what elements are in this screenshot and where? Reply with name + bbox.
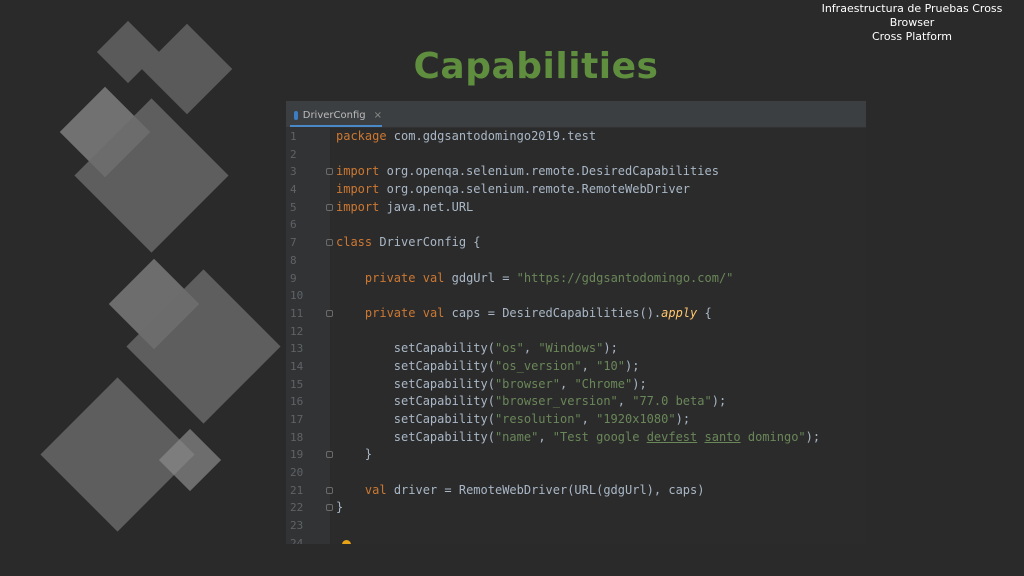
code-line[interactable]: 14 setCapability("os_version", "10"); [286,357,866,376]
code-line[interactable]: 19 } [286,446,866,465]
close-icon[interactable]: × [374,110,382,121]
line-number: 24 [286,534,330,544]
line-number: 3 [286,163,330,182]
line-number: 12 [286,322,330,341]
code-line[interactable]: 9 private val gdgUrl = "https://gdgsanto… [286,269,866,288]
code-text: } [336,500,344,515]
line-number: 9 [286,269,330,288]
code-line[interactable]: 13 setCapability("os", "Windows"); [286,340,866,358]
code-line[interactable]: 4 import org.openqa.selenium.remote.Remot… [286,181,866,199]
code-text: setCapability("resolution", "1920x1080")… [336,412,691,426]
code-line[interactable]: 10 [286,287,866,305]
line-number: 18 [286,428,330,447]
code-line[interactable]: 20 [286,464,866,482]
line-number: 7 [286,234,330,252]
code-area[interactable]: 1 package com.gdgsantodomingo2019.test 2 3 i… [286,128,866,544]
code-text: } [336,447,373,462]
editor-tab-bar: DriverConfig × [286,101,866,128]
fold-marker-icon[interactable] [326,203,333,211]
code-line[interactable]: 3 import org.openqa.selenium.remote.Desir… [286,163,866,182]
code-text: private val gdgUrl = "https://gdgsantodo… [364,270,734,285]
code-line[interactable]: 8 [286,251,866,270]
code-line[interactable]: 7 class DriverConfig { [286,234,866,252]
code-line[interactable]: 11 private val caps = DesiredCapabilitie… [286,304,866,323]
code-editor: DriverConfig × 1 package com.gdgsantodomi… [286,101,866,544]
code-text: package com.gdgsantodomingo2019.test [336,129,597,143]
header-line-2: Cross Platform [871,30,953,43]
code-line[interactable]: 2 [286,145,866,164]
code-line[interactable]: 6 [286,216,866,235]
slide-header: Infraestructura de Pruebas Cross Browser… [812,2,1012,44]
tab-driverconfig[interactable]: DriverConfig × [290,105,382,127]
header-line-1: Infraestructura de Pruebas Cross Browser [821,2,1003,29]
line-number: 19 [286,446,330,465]
line-number: 2 [286,145,330,164]
code-text: import org.openqa.selenium.remote.Desire… [336,164,719,179]
code-text: setCapability("os_version", "10"); [336,358,640,373]
code-line[interactable]: 5 import java.net.URL [286,198,866,217]
fold-marker-icon[interactable] [326,239,333,247]
code-text: import java.net.URL [336,199,474,214]
line-number: 6 [286,216,330,235]
fold-marker-icon[interactable] [326,504,333,512]
line-number: 10 [286,287,330,305]
line-number: 15 [286,375,330,394]
slide-title: Capabilities [413,46,659,87]
code-text: setCapability("os", "Windows"); [336,341,618,356]
code-line[interactable]: 22} [286,499,866,518]
code-line[interactable]: 21 val driver = RemoteWebDriver(URL(gdgU… [286,481,866,500]
code-line[interactable]: 16 setCapability("browser_version", "77.… [286,393,866,412]
line-number: 23 [286,517,330,535]
lightbulb-icon[interactable] [342,539,351,544]
line-number: 11 [286,304,330,323]
line-number: 20 [286,464,330,482]
code-line[interactable]: 23 [286,517,866,535]
line-number: 1 [286,128,330,146]
code-line[interactable]: 15 setCapability("browser", "Chrome"); [286,375,866,394]
code-line[interactable]: 1 package com.gdgsantodomingo2019.test [286,128,866,146]
line-number: 13 [286,340,330,358]
kotlin-file-icon [294,110,298,120]
fold-marker-icon[interactable] [326,309,333,317]
code-text: import org.openqa.selenium.remote.Remote… [336,182,691,197]
code-line[interactable]: 18 setCapability("name", "Test google de… [286,428,866,447]
code-line[interactable]: 17 setCapability("resolution", "1920x108… [286,411,866,429]
line-number: 8 [286,251,330,270]
line-number: 14 [286,357,330,376]
line-number: 21 [286,481,330,500]
code-text: class DriverConfig { [336,235,481,250]
line-number: 17 [286,411,330,429]
code-text: setCapability("name", "Test google devfe… [336,429,821,444]
code-line[interactable]: 24 [286,534,866,544]
tab-label: DriverConfig [302,109,366,121]
code-line[interactable]: 12 [286,322,866,341]
code-text: private val caps = DesiredCapabilities()… [364,305,712,320]
code-text: val driver = RemoteWebDriver(URL(gdgUrl)… [364,482,705,497]
fold-marker-icon[interactable] [326,486,333,494]
line-number: 16 [286,393,330,412]
fold-marker-icon[interactable] [326,168,333,176]
code-text: setCapability("browser", "Chrome"); [336,376,647,391]
fold-marker-icon[interactable] [326,451,333,459]
line-number: 22 [286,499,330,518]
code-text: setCapability("browser_version", "77.0 b… [336,394,727,409]
line-number: 5 [286,198,330,217]
line-number: 4 [286,181,330,199]
